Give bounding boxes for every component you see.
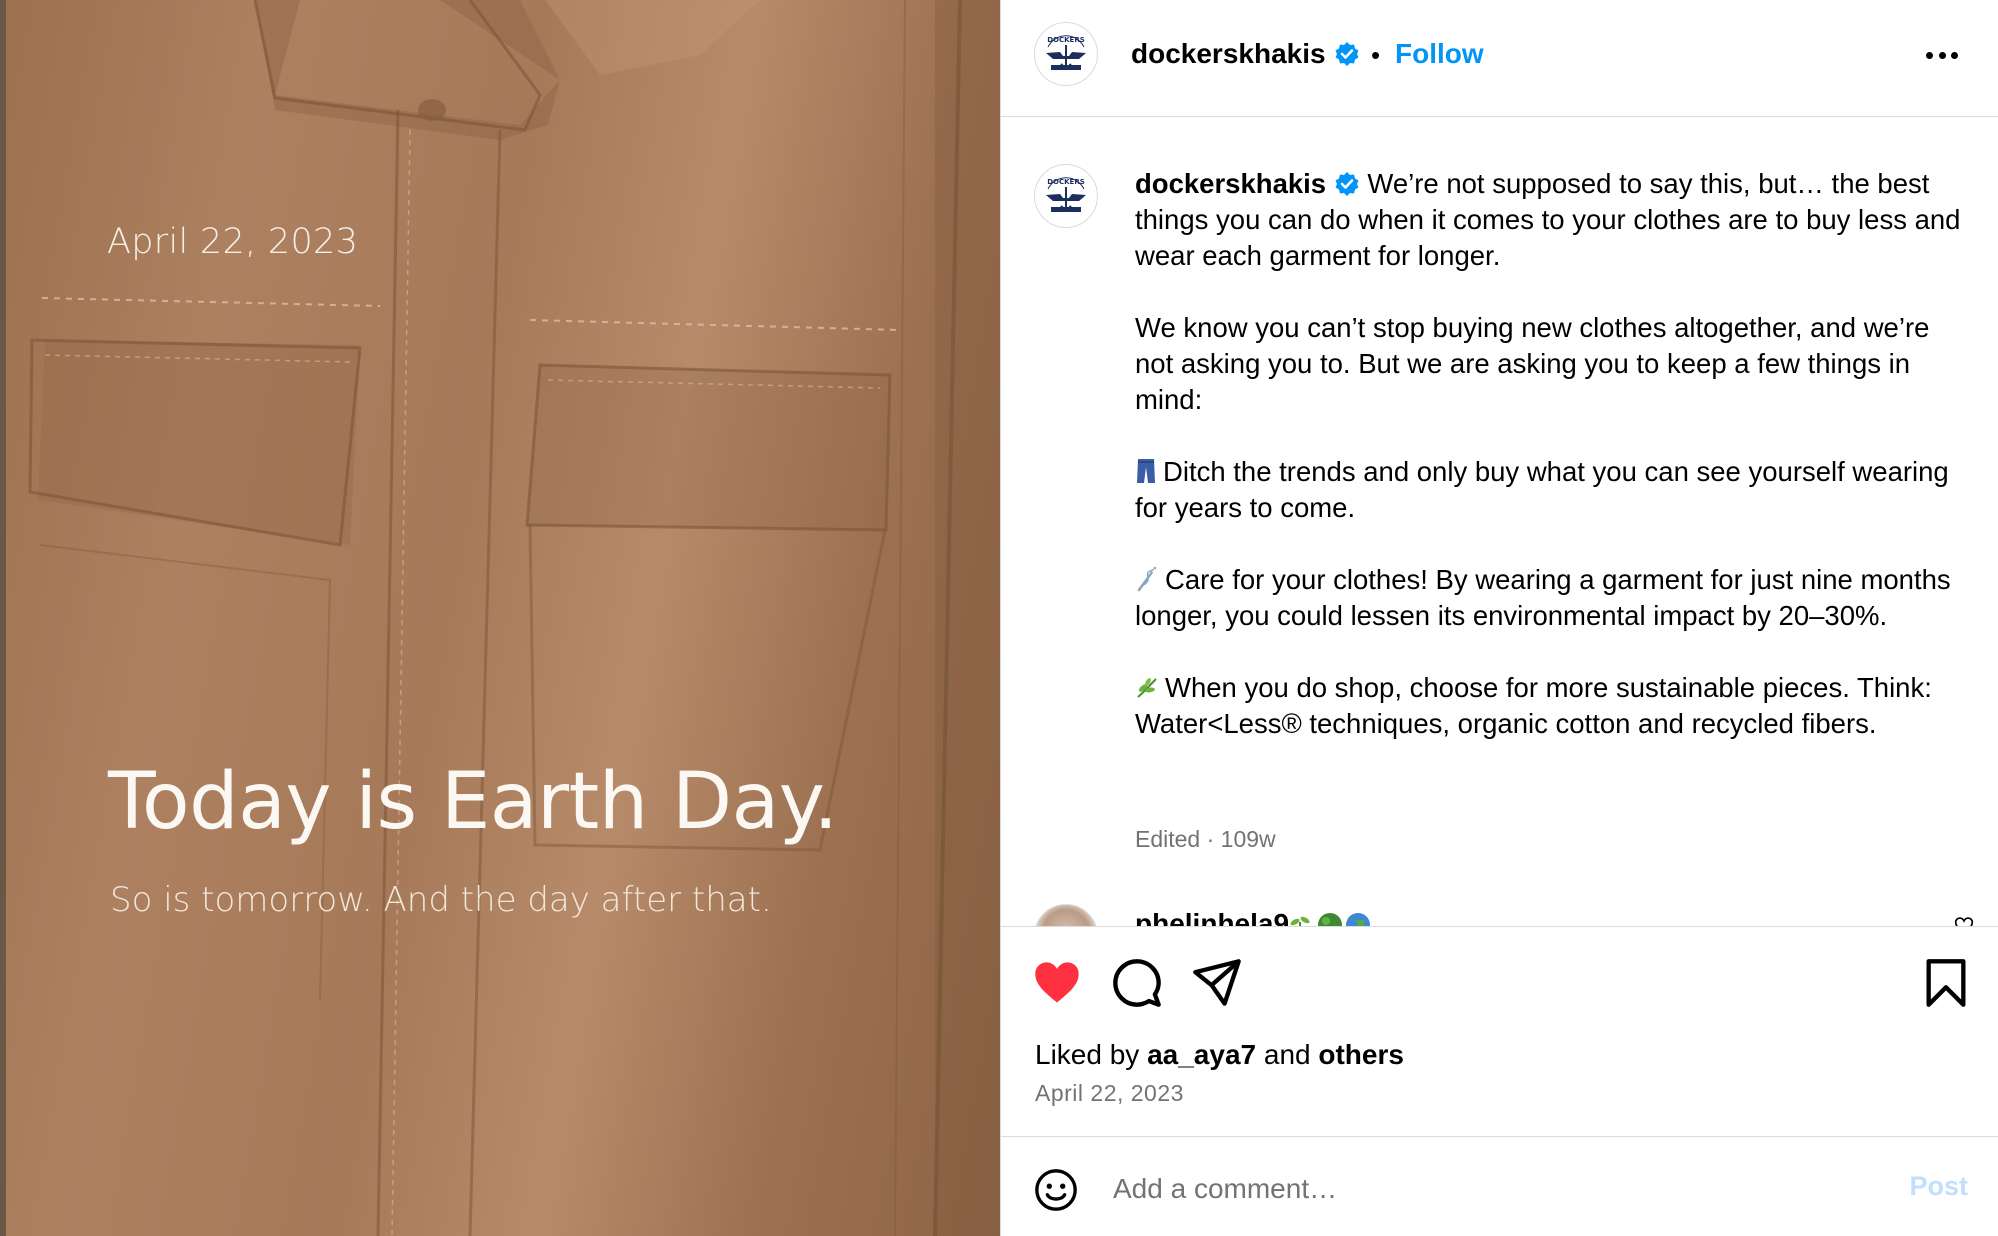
caption-avatar[interactable]: DOCKERS [1034,164,1098,228]
likes-summary: Liked by aa_aya7 and others [1035,1039,1404,1071]
profile-avatar[interactable]: DOCKERS [1034,22,1098,86]
header-username[interactable]: dockerskhakis [1131,38,1326,70]
comment-input[interactable] [1113,1167,1873,1211]
post-sidebar: DOCKERS dockerskhakis • Follow DOCKERS d… [1000,0,1998,1236]
media-date-overlay: April 22, 2023 [107,222,359,262]
more-horizontal-icon[interactable] [1922,40,1962,70]
plant-emoji-icon [1290,913,1370,926]
caption-meta: Edited · 109w [1135,826,1276,852]
post-caption: dockerskhakis We’re not supposed to say … [1135,166,1970,778]
follow-button[interactable]: Follow [1395,38,1484,70]
dockers-logo-icon: DOCKERS [1039,27,1093,81]
svg-text:DOCKERS: DOCKERS [1047,36,1085,44]
commenter-avatar[interactable] [1034,904,1098,926]
comment-icon[interactable] [1111,957,1163,1009]
post-date[interactable]: April 22, 2023 [1035,1080,1184,1107]
shirt-illustration [28,0,1000,1236]
comment-item: phelinhela9 [1034,904,1974,926]
liked-user-link[interactable]: aa_aya7 [1147,1039,1256,1070]
svg-text:DOCKERS: DOCKERS [1047,178,1085,186]
post-media[interactable]: April 22, 2023 Today is Earth Day. So is… [0,0,1000,1236]
liked-and: and [1263,1039,1311,1070]
needle-thread-icon [1137,566,1157,592]
caption-paragraph: We know you can’t stop buying new clothe… [1135,312,1930,415]
herb-icon [1137,677,1157,698]
commenter-username[interactable]: phelinhela9 [1135,908,1289,926]
emoji-icon[interactable] [1033,1167,1079,1213]
heart-icon[interactable] [1031,957,1083,1009]
verified-badge-icon [1335,42,1359,66]
bookmark-icon[interactable] [1920,957,1972,1009]
post-actions: Liked by aa_aya7 and others April 22, 20… [1001,926,1998,1136]
jeans-icon [1137,459,1155,483]
caption-paragraph: Ditch the trends and only buy what you c… [1135,456,1949,523]
post-comment-button[interactable]: Post [1909,1171,1968,1202]
verified-badge-icon [1335,172,1359,196]
liked-others-link[interactable]: others [1318,1039,1404,1070]
dockers-logo-icon: DOCKERS [1039,169,1093,223]
post-header: DOCKERS dockerskhakis • Follow [1001,0,1998,117]
send-icon[interactable] [1191,957,1243,1009]
media-headline: Today is Earth Day. [108,757,838,847]
liked-prefix: Liked by [1035,1039,1140,1070]
caption-area: DOCKERS dockerskhakis We’re not supposed… [1001,118,1998,926]
comment-bar: Post [1001,1136,1998,1236]
caption-paragraph: When you do shop, choose for more sustai… [1135,672,1932,739]
comment-heart-icon[interactable] [1954,916,1974,926]
media-subline: So is tomorrow. And the day after that. [110,880,772,920]
caption-paragraph: Care for your clothes! By wearing a garm… [1135,564,1951,631]
caption-username[interactable]: dockerskhakis [1135,168,1326,199]
header-separator: • [1371,40,1381,70]
